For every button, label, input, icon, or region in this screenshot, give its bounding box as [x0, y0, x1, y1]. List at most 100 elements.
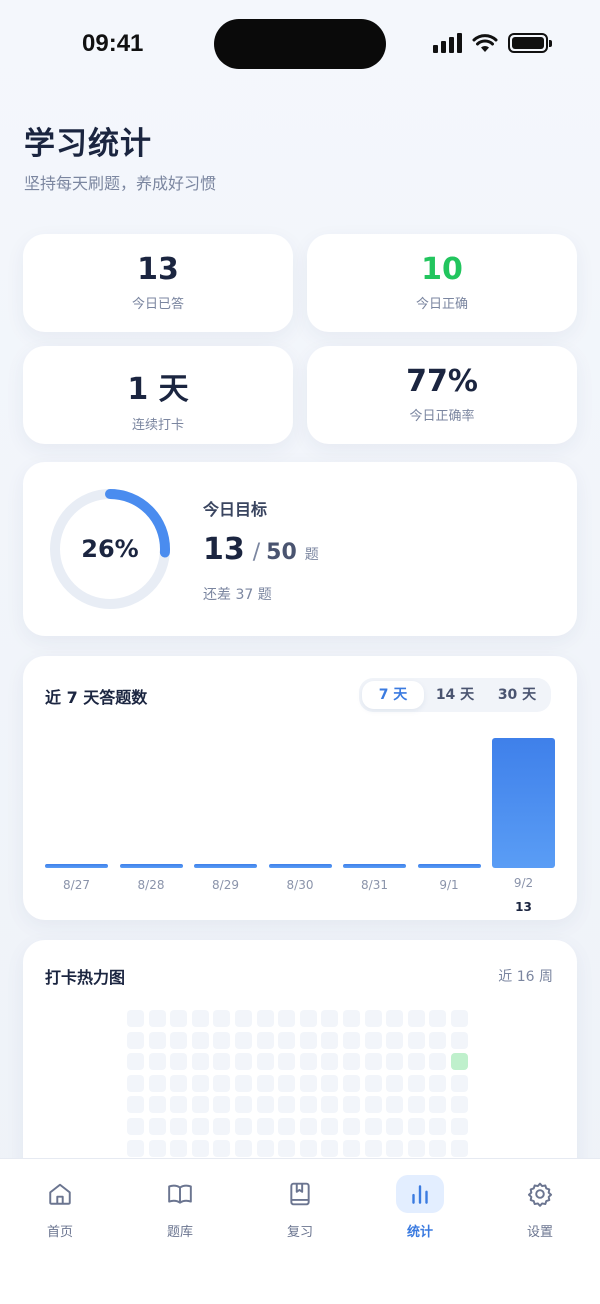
tab-review[interactable]: 复习 [255, 1175, 345, 1240]
heatmap-cell [127, 1118, 144, 1135]
heatmap-cell [148, 1118, 166, 1135]
tab-home[interactable]: 首页 [15, 1175, 105, 1240]
tab-label: 复习 [286, 1225, 313, 1240]
stat-value: 10 [421, 252, 463, 287]
heatmap-cell [148, 1139, 166, 1157]
chart-bar [268, 864, 332, 868]
heatmap-cell [170, 1074, 188, 1092]
heatmap-cell [299, 1139, 317, 1157]
page-title: 学习统计 [24, 126, 152, 162]
heatmap-cell [364, 1139, 382, 1157]
heatmap-cell [364, 1096, 382, 1114]
heatmap-cell [256, 1096, 274, 1114]
heatmap-cell [451, 1074, 468, 1092]
heatmap-cell [386, 1053, 404, 1071]
book-icon [168, 1184, 192, 1204]
heatmap-cell [170, 1031, 188, 1049]
heatmap-cell [407, 1031, 425, 1049]
heatmap-cell [343, 1010, 360, 1027]
heatmap-cell [364, 1031, 382, 1049]
status-icons [433, 33, 552, 53]
heatmap-cell [429, 1096, 447, 1114]
heatmap-cell [235, 1118, 252, 1135]
range-tab-7[interactable]: 7 天 [362, 681, 424, 709]
goal-count: 13 / 50 题 [203, 532, 319, 567]
heatmap-cell [148, 1010, 166, 1027]
chart-title: 近 7 天答题数 [45, 688, 148, 707]
heatmap-cell [407, 1010, 425, 1027]
chart-x-label: 8/29 [212, 878, 239, 892]
heatmap-cell [191, 1139, 209, 1157]
heatmap-cell [364, 1010, 382, 1027]
range-tab-14[interactable]: 14 天 [424, 681, 486, 709]
heatmap-cell [429, 1074, 447, 1092]
heatmap-cell [235, 1031, 252, 1049]
heatmap-cell [429, 1010, 447, 1027]
heatmap-cell [386, 1096, 404, 1114]
heatmap-cell [407, 1096, 425, 1114]
heatmap-cell [386, 1074, 404, 1092]
heatmap-cell [213, 1031, 231, 1049]
gear-icon [527, 1182, 553, 1207]
range-tab-30[interactable]: 30 天 [486, 681, 548, 709]
cellular-signal-icon [433, 33, 462, 53]
chart-x-label: 8/30 [286, 878, 314, 892]
heatmap-cell [191, 1010, 209, 1027]
heatmap-cell [213, 1096, 231, 1114]
heatmap-cell [191, 1031, 209, 1049]
heatmap-cell [321, 1118, 339, 1135]
goal-remaining: 还差 37 题 [203, 587, 272, 603]
heatmap-cell [235, 1010, 252, 1027]
wifi-icon [472, 34, 498, 52]
heatmap-cell [278, 1010, 296, 1027]
stat-card-correct: 10 今日正确 [307, 234, 577, 332]
range-selector: 7 天 14 天 30 天 [359, 678, 551, 712]
chart-bar [343, 864, 406, 868]
heatmap-cell [256, 1053, 274, 1071]
answers-chart-card: 8/27 8/28 8/29 8/30 8/31 9/1 9/2 13 近 7 天答题数 7 … [23, 656, 577, 920]
heatmap-cell [407, 1053, 425, 1071]
heatmap-cell [321, 1031, 339, 1049]
heatmap-cell [429, 1053, 447, 1071]
heatmap-cell [299, 1031, 317, 1049]
heatmap-cell [278, 1118, 296, 1135]
goal-total: 50 [266, 540, 297, 565]
dynamic-island [214, 19, 386, 69]
heatmap-cell [170, 1010, 188, 1027]
chart-bar [194, 864, 257, 868]
heatmap-cell [127, 1053, 144, 1071]
heatmap-cell [299, 1053, 317, 1071]
home-icon [49, 1183, 71, 1205]
heatmap-range: 近 16 周 [498, 969, 553, 985]
heatmap-cell [213, 1118, 231, 1135]
chart-bar [417, 864, 481, 868]
tab-stats[interactable]: 统计 [375, 1175, 465, 1240]
heatmap-cell [429, 1118, 447, 1135]
heatmap-cell [191, 1074, 209, 1092]
tab-label: 题库 [166, 1225, 193, 1240]
heatmap-cell [299, 1118, 317, 1135]
heatmap-cell [451, 1053, 468, 1071]
tab-label: 首页 [46, 1225, 73, 1240]
heatmap-cell [148, 1053, 166, 1071]
heatmap-cell [386, 1031, 404, 1049]
tab-question-bank[interactable]: 题库 [135, 1175, 225, 1240]
heatmap-cell [429, 1139, 447, 1157]
heatmap-cell [127, 1074, 144, 1092]
heatmap-cell [343, 1074, 360, 1092]
stat-label: 今日正确 [415, 297, 468, 312]
heatmap-cell [235, 1096, 252, 1114]
heatmap-cell [278, 1031, 296, 1049]
tab-settings[interactable]: 设置 [495, 1175, 585, 1240]
heatmap-cell [451, 1031, 468, 1049]
heatmap-cell [127, 1139, 144, 1157]
heatmap-cell [278, 1053, 296, 1071]
heatmap-cell [343, 1139, 360, 1157]
heatmap-cell [451, 1096, 468, 1114]
chart-x-label: 8/28 [137, 878, 165, 892]
heatmap-cell [213, 1074, 231, 1092]
stat-value: 77% [406, 364, 478, 399]
heatmap-cell [127, 1096, 144, 1114]
heatmap-cell [235, 1139, 252, 1157]
heatmap-cell [321, 1074, 339, 1092]
